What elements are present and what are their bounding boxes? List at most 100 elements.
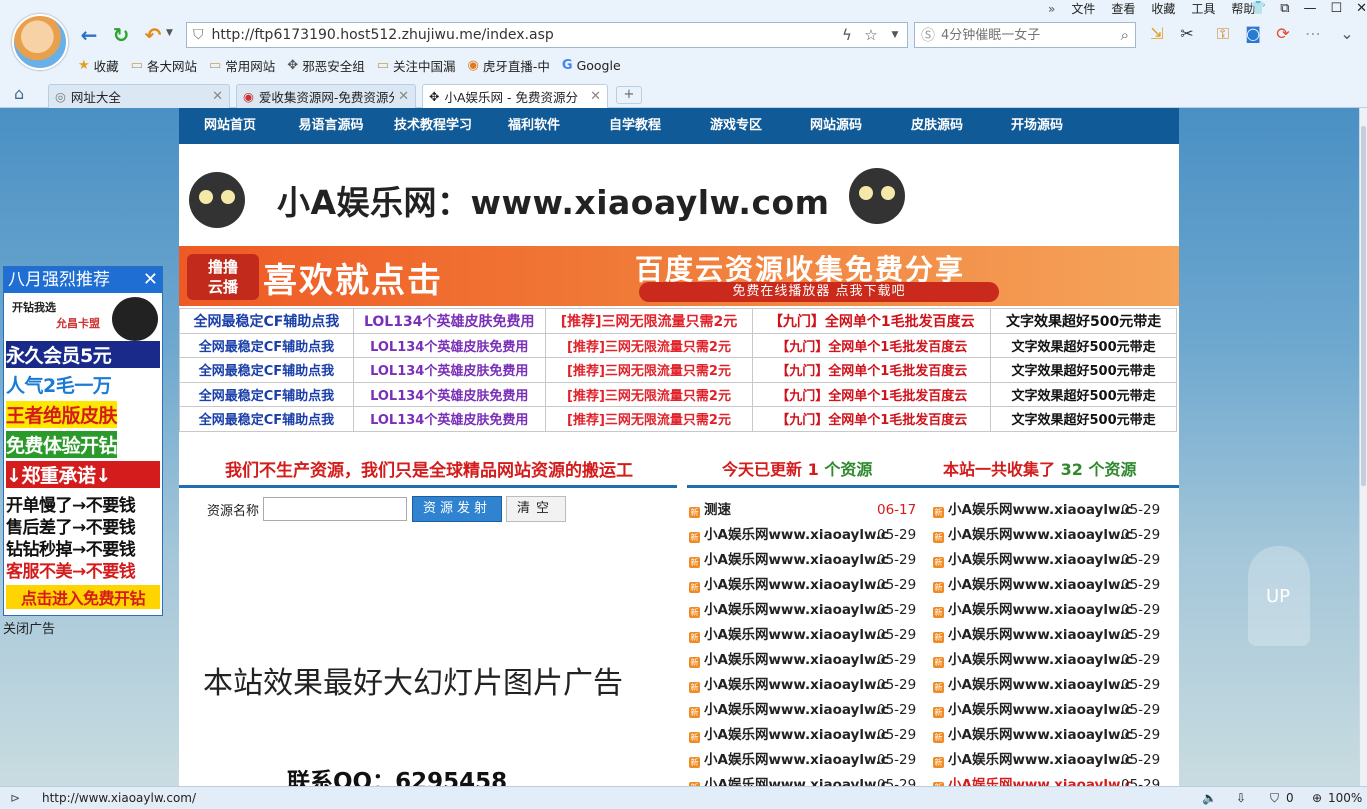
list-item[interactable]: 新小A娱乐网www.xiaoaylw.c05-29 <box>689 623 916 648</box>
list-item[interactable]: 新小A娱乐网www.xiaoaylw.c05-29 <box>933 698 1160 723</box>
url-text[interactable]: http://ftp6173190.host512.zhujiwu.me/ind… <box>204 27 836 43</box>
list-item[interactable]: 新小A娱乐网www.xiaoaylw.c05-29 <box>689 598 916 623</box>
fav-item[interactable]: ▭ 关注中国漏 <box>377 54 456 76</box>
list-item[interactable]: 新小A娱乐网www.xiaoaylw.c05-29 <box>933 523 1160 548</box>
list-item[interactable]: 新小A娱乐网www.xiaoaylw.c05-29 <box>933 548 1160 573</box>
list-item-title[interactable]: 小A娱乐网www.xiaoaylw.c <box>948 677 1133 693</box>
promo-link[interactable]: 全网最稳定CF辅助点我 <box>179 357 354 383</box>
promo-link[interactable]: 【九门】全网单个1毛批发百度云 <box>752 308 992 334</box>
list-item[interactable]: 新小A娱乐网www.xiaoaylw.c05-29 <box>689 748 916 773</box>
list-item[interactable]: 新小A娱乐网www.xiaoaylw.c05-29 <box>933 773 1160 786</box>
promo-link[interactable]: LOL134个英雄皮肤免费用 <box>352 332 546 358</box>
more-icon[interactable]: ⋯ <box>1302 22 1324 46</box>
promo-link[interactable]: LOL134个英雄皮肤免费用 <box>352 357 546 383</box>
close-icon[interactable]: ✕ <box>1356 0 1367 18</box>
promo-link[interactable]: [推荐]三网无限流量只需2元 <box>544 308 754 334</box>
list-item[interactable]: 新小A娱乐网www.xiaoaylw.c05-29 <box>689 648 916 673</box>
menu-chevron-icon[interactable]: ⌄ <box>1336 22 1358 46</box>
tab-close-icon[interactable]: ✕ <box>208 89 223 104</box>
clear-button[interactable]: 清空 <box>506 496 567 522</box>
list-item[interactable]: 新小A娱乐网www.xiaoaylw.c05-29 <box>933 573 1160 598</box>
speaker-icon[interactable]: 🔈 <box>1202 787 1217 809</box>
expand-icon[interactable]: » <box>1040 0 1063 18</box>
skin-icon[interactable]: 👕 <box>1250 0 1266 18</box>
promo-link[interactable]: 【九门】全网单个1毛批发百度云 <box>752 357 992 383</box>
floating-ad[interactable]: 八月强烈推荐 ✕ 开钻我选 允昌卡盟 永久会员5元 人气2毛一万 王者绝版皮肤 免… <box>3 266 163 616</box>
list-item-title[interactable]: 小A娱乐网www.xiaoaylw.c <box>948 627 1133 643</box>
minimize-icon[interactable]: — <box>1303 0 1316 18</box>
list-item[interactable]: 新小A娱乐网www.xiaoaylw.c05-29 <box>933 673 1160 698</box>
search-icon[interactable]: ⌕ <box>1121 26 1129 44</box>
list-item-title[interactable]: 小A娱乐网www.xiaoaylw.c <box>704 702 889 718</box>
scrollbar-thumb[interactable] <box>1361 126 1366 486</box>
banner-ad[interactable]: 撸撸 云播 喜欢就点击 百度云资源收集免费分享 免费在线播放器 点我下载吧 <box>179 246 1179 306</box>
submit-button[interactable]: 资源发射 <box>412 496 503 522</box>
sync-icon[interactable]: ⟳ <box>1272 22 1294 46</box>
promo-link[interactable]: [推荐]三网无限流量只需2元 <box>544 332 754 358</box>
promo-link[interactable]: 全网最稳定CF辅助点我 <box>179 406 354 432</box>
list-item-title[interactable]: 小A娱乐网www.xiaoaylw.c <box>948 702 1133 718</box>
slideshow-ad-text[interactable]: 本站效果最好大幻灯片图片广告 <box>203 658 623 702</box>
search-input[interactable] <box>935 27 1121 43</box>
nav-tutorials[interactable]: 技术教程学习 <box>381 108 485 144</box>
list-item[interactable]: 新测速 06-17 <box>689 498 916 523</box>
list-item-title[interactable]: 小A娱乐网www.xiaoaylw.c <box>704 752 889 768</box>
list-item-title[interactable]: 小A娱乐网www.xiaoaylw.c <box>704 677 889 693</box>
menu-favorites[interactable]: 收藏 <box>1143 0 1183 18</box>
ad-cta[interactable]: 点击进入免费开钻 <box>6 585 160 609</box>
sidebar-toggle-icon[interactable]: ⊳ <box>10 787 20 809</box>
list-item-title[interactable]: 小A娱乐网www.xiaoaylw.c <box>948 777 1133 786</box>
back-to-top-button[interactable]: UP <box>1266 586 1290 607</box>
close-ad-link[interactable]: 关闭广告 <box>3 618 55 637</box>
user-avatar[interactable] <box>12 14 68 70</box>
list-item[interactable]: 新小A娱乐网www.xiaoaylw.c05-29 <box>689 523 916 548</box>
promo-link[interactable]: 【九门】全网单个1毛批发百度云 <box>752 406 992 432</box>
list-item[interactable]: 新小A娱乐网www.xiaoaylw.c05-29 <box>689 673 916 698</box>
lightning-icon[interactable]: ϟ <box>835 26 859 44</box>
fav-item[interactable]: ▭ 常用网站 <box>209 54 275 76</box>
download-icon[interactable]: ⇩ <box>1236 787 1246 809</box>
list-item-title[interactable]: 小A娱乐网www.xiaoaylw.c <box>704 552 889 568</box>
promo-link[interactable]: LOL134个英雄皮肤免费用 <box>352 308 546 334</box>
promo-link[interactable]: 文字效果超好500元带走 <box>990 406 1177 432</box>
list-item[interactable]: 新小A娱乐网www.xiaoaylw.c05-29 <box>689 723 916 748</box>
promo-link[interactable]: 文字效果超好500元带走 <box>990 332 1177 358</box>
list-item-title[interactable]: 小A娱乐网www.xiaoaylw.c <box>948 727 1133 743</box>
nav-software[interactable]: 福利软件 <box>485 108 583 144</box>
security-icon[interactable]: ⛉ <box>1270 787 1279 809</box>
promo-link[interactable]: 文字效果超好500元带走 <box>990 381 1177 407</box>
list-item-title[interactable]: 小A娱乐网www.xiaoaylw.c <box>704 527 889 543</box>
scissors-icon[interactable]: ✂ <box>1176 22 1198 46</box>
list-item-title[interactable]: 小A娱乐网www.xiaoaylw.c <box>948 527 1133 543</box>
refresh-icon[interactable]: ↻ <box>108 22 134 48</box>
nav-skin-source[interactable]: 皮肤源码 <box>887 108 987 144</box>
list-item-title[interactable]: 小A娱乐网www.xiaoaylw.c <box>704 727 889 743</box>
menu-tools[interactable]: 工具 <box>1183 0 1223 18</box>
list-item[interactable]: 新小A娱乐网www.xiaoaylw.c05-29 <box>689 773 916 786</box>
list-item-title[interactable]: 小A娱乐网www.xiaoaylw.c <box>704 652 889 668</box>
undo-dropdown-icon[interactable]: ▼ <box>166 28 173 38</box>
promo-link[interactable]: LOL134个英雄皮肤免费用 <box>352 381 546 407</box>
search-engine-icon[interactable]: Ⓢ <box>921 25 935 45</box>
list-item-title[interactable]: 小A娱乐网www.xiaoaylw.c <box>704 777 889 786</box>
list-item[interactable]: 新小A娱乐网www.xiaoaylw.c05-29 <box>689 698 916 723</box>
undo-icon[interactable]: ↶ <box>140 22 166 48</box>
zoom-icon[interactable]: ⊕ <box>1312 787 1322 809</box>
nav-intro-source[interactable]: 开场源码 <box>987 108 1087 144</box>
translate-icon[interactable]: ◙ <box>1242 22 1264 46</box>
tab-xiaoa[interactable]: ✥ 小A娱乐网 - 免费资源分 ✕ <box>422 84 608 108</box>
promo-link[interactable]: 全网最稳定CF辅助点我 <box>179 381 354 407</box>
nav-selfstudy[interactable]: 自学教程 <box>583 108 687 144</box>
ad-close-icon[interactable]: ✕ <box>143 267 158 293</box>
list-item[interactable]: 新小A娱乐网www.xiaoaylw.c05-29 <box>689 573 916 598</box>
list-item-title[interactable]: 小A娱乐网www.xiaoaylw.c <box>948 652 1133 668</box>
vertical-scrollbar[interactable] <box>1359 108 1367 786</box>
list-item-title[interactable]: 小A娱乐网www.xiaoaylw.c <box>704 602 889 618</box>
list-item[interactable]: 新小A娱乐网www.xiaoaylw.c05-29 <box>689 548 916 573</box>
promo-link[interactable]: 全网最稳定CF辅助点我 <box>179 332 354 358</box>
list-item[interactable]: 新小A娱乐网www.xiaoaylw.c05-29 <box>933 648 1160 673</box>
tab-nav[interactable]: ◎ 网址大全 ✕ <box>48 84 230 108</box>
promo-link[interactable]: 文字效果超好500元带走 <box>990 357 1177 383</box>
maximize-icon[interactable]: ☐ <box>1330 0 1342 18</box>
new-tab-button[interactable]: + <box>616 86 642 104</box>
